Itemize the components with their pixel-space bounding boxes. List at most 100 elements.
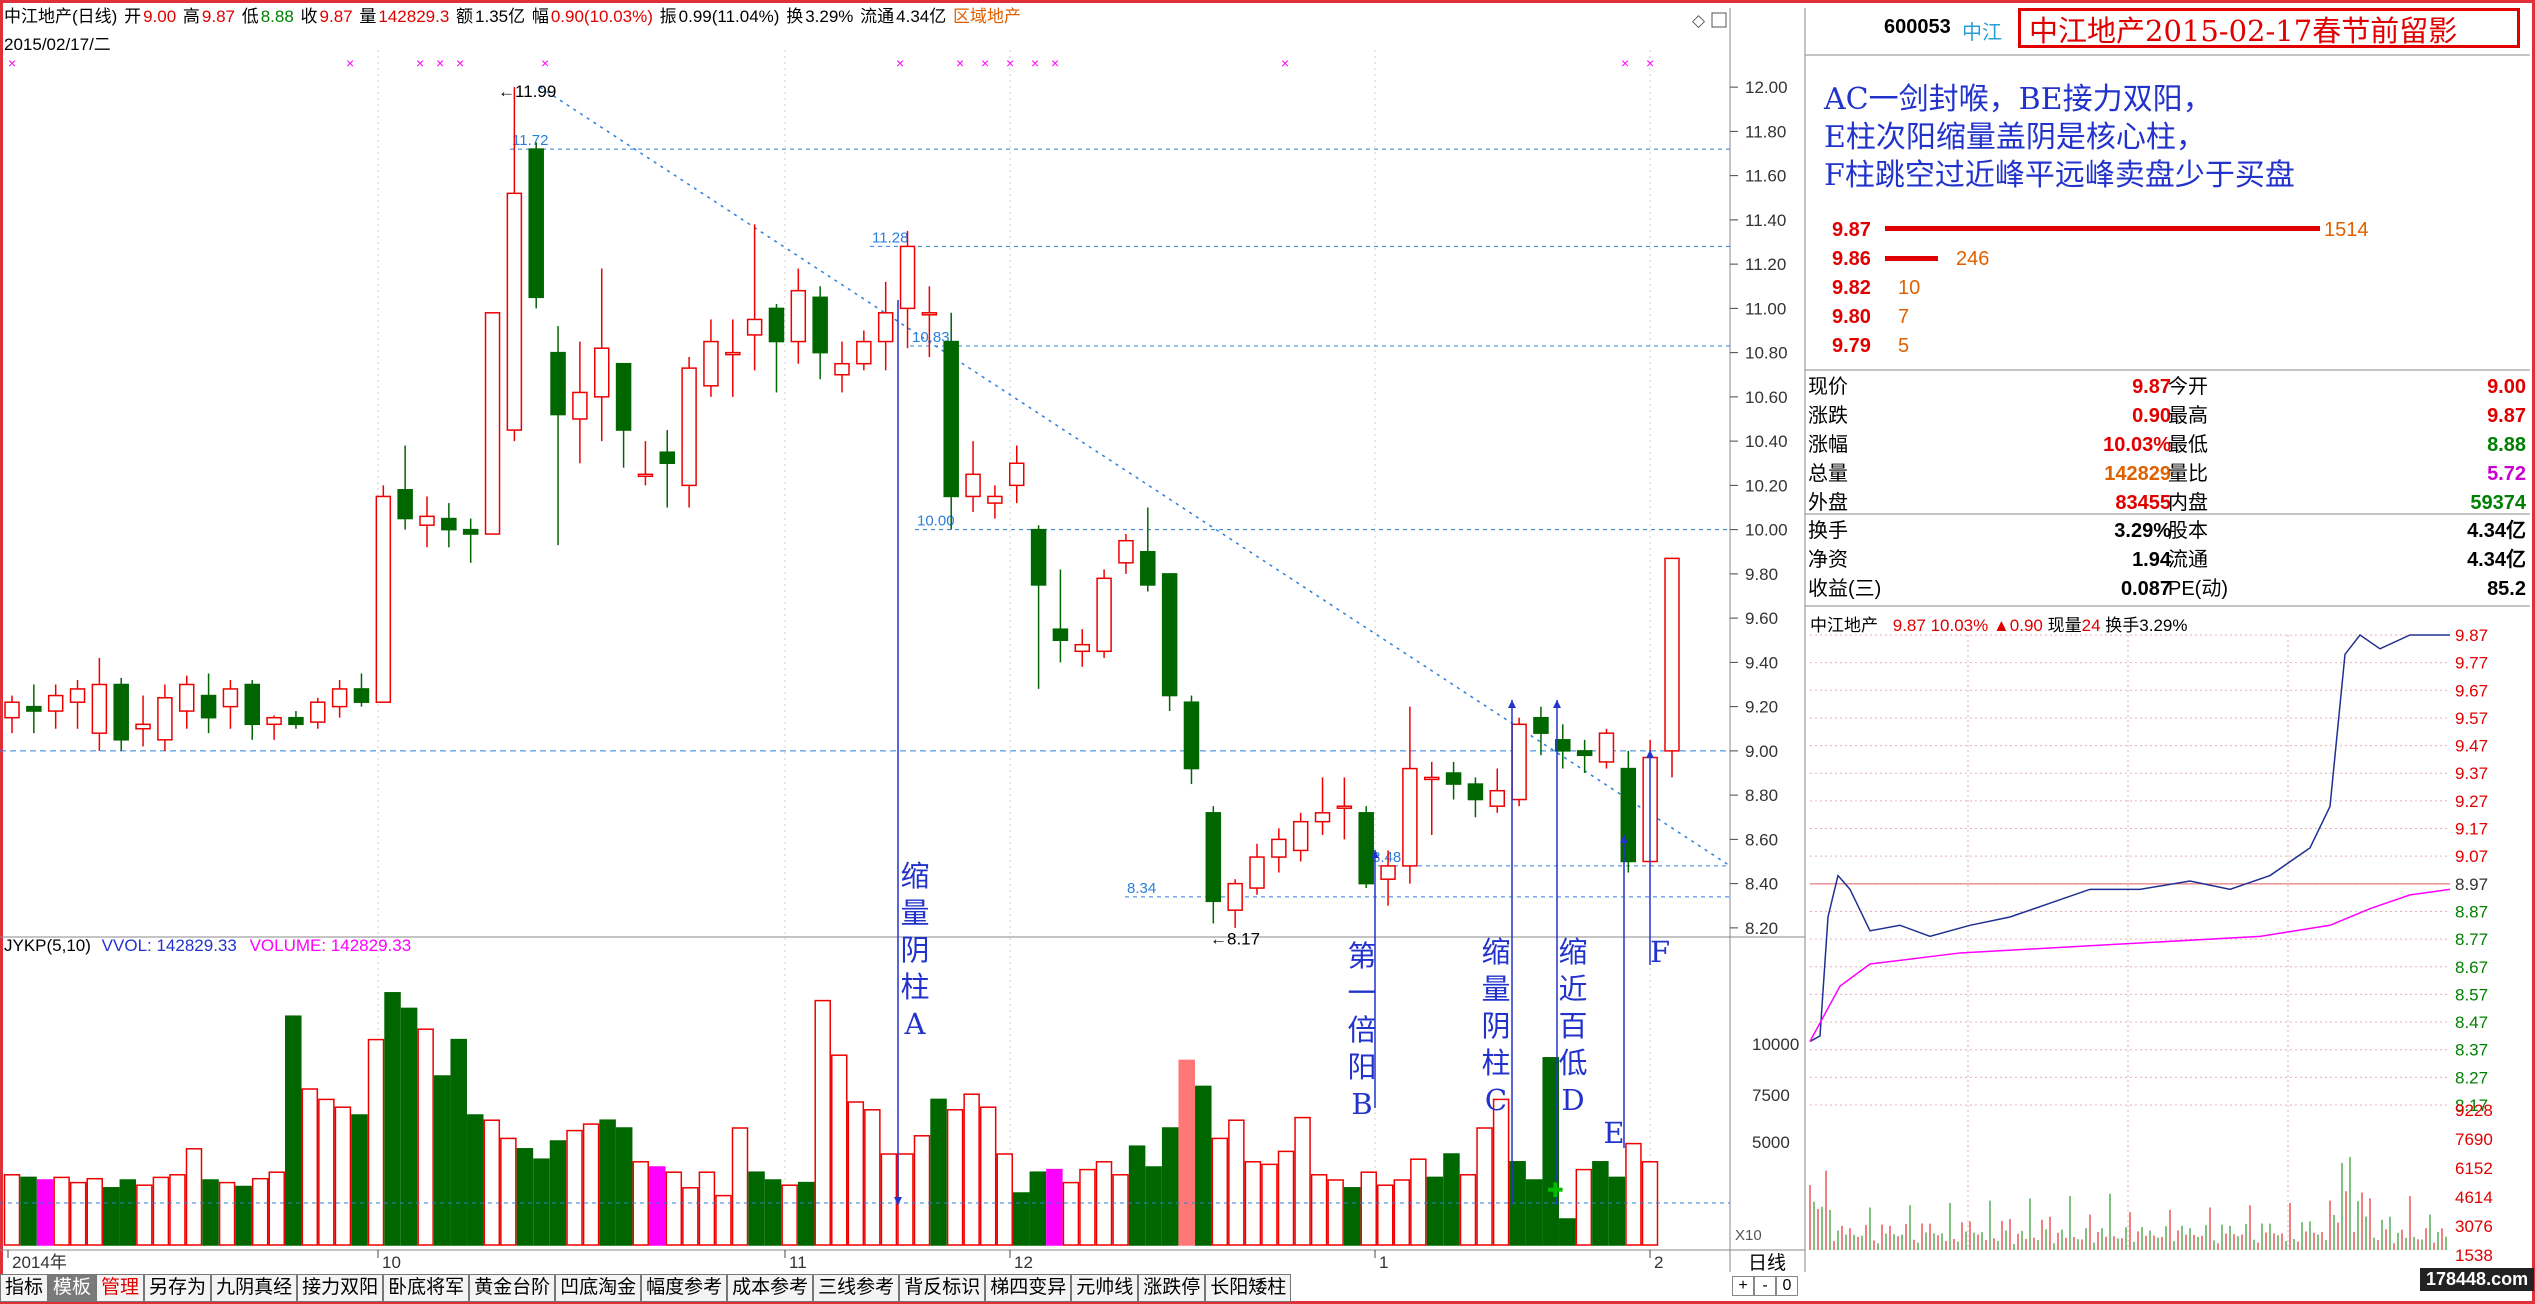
tab-14[interactable]: 元帅线	[1071, 1274, 1139, 1302]
tab-9[interactable]: 幅度参考	[641, 1274, 728, 1302]
candle-body	[1271, 838, 1287, 858]
price-tick-label: 11.20	[1745, 255, 1786, 274]
annotation-c: 缩量阴柱C	[1481, 935, 1511, 1117]
candle-body	[1205, 812, 1222, 903]
volume-bar	[268, 1171, 285, 1246]
tab-1[interactable]: 模板	[48, 1274, 97, 1302]
tab-11[interactable]: 三线参考	[813, 1274, 900, 1302]
zoom-in-button[interactable]: +	[1732, 1276, 1754, 1296]
intraday-price-label: 9.37	[2455, 764, 2488, 783]
quote-row: 涨幅 10.03% 最低 8.88	[1808, 434, 2526, 456]
candle-body	[659, 451, 676, 464]
volume-bar	[1079, 1168, 1096, 1246]
change-value: 0.90(10.03%)	[550, 7, 653, 26]
candle-body	[4, 701, 20, 719]
zoom-reset-button[interactable]: 0	[1776, 1276, 1798, 1296]
volume-tick-label: 7500	[1752, 1086, 1790, 1105]
tab-2[interactable]: 管理	[96, 1274, 145, 1302]
intraday-volume-label: 7690	[2455, 1130, 2493, 1149]
intraday-price-label: 9.07	[2455, 847, 2488, 866]
volume-bar	[20, 1176, 37, 1246]
candle-body	[1161, 573, 1178, 697]
tab-7[interactable]: 黄金台阶	[469, 1274, 556, 1302]
green-marker: ✚	[1547, 1180, 1564, 1202]
volume-bar	[682, 1187, 699, 1246]
window-icon	[1711, 12, 1727, 28]
price-tick-label: 10.60	[1745, 388, 1788, 407]
intraday-price-label: 8.77	[2455, 930, 2488, 949]
event-marker: ×	[436, 55, 444, 71]
volume-bar	[566, 1129, 583, 1246]
volume-bar	[781, 1184, 798, 1246]
volume-bar	[615, 1127, 633, 1246]
tab-5[interactable]: 接力双阳	[297, 1274, 384, 1302]
candle-body	[856, 340, 872, 365]
candle-body	[200, 694, 217, 719]
candle-body	[1358, 812, 1374, 885]
tab-10[interactable]: 成本参考	[727, 1274, 814, 1302]
intraday-price-label: 9.17	[2455, 820, 2488, 839]
tab-0[interactable]: 指标	[0, 1274, 49, 1302]
volume-bar	[649, 1166, 666, 1246]
tab-8[interactable]: 凹底淘金	[555, 1274, 642, 1302]
price-tick-label: 10.80	[1745, 344, 1788, 363]
candle-body	[1467, 783, 1484, 801]
candle-body	[1249, 856, 1265, 889]
candle-body	[528, 148, 544, 299]
tab-15[interactable]: 涨跌停	[1138, 1274, 1206, 1302]
candle-body	[877, 312, 894, 343]
intraday-price-label: 8.67	[2455, 958, 2488, 977]
bid-row: 9.80 7	[1832, 306, 1910, 328]
tab-6[interactable]: 卧底将军	[383, 1274, 470, 1302]
zoom-out-button[interactable]: -	[1754, 1276, 1776, 1296]
tab-13[interactable]: 梯四变异	[985, 1274, 1072, 1302]
event-marker: ×	[981, 55, 989, 71]
intraday-price-label: 9.47	[2455, 737, 2488, 756]
intraday-price-label: 9.87	[2455, 626, 2488, 645]
region-link[interactable]: 区域地产	[953, 7, 1021, 26]
volume-bar	[913, 1135, 931, 1246]
tab-3[interactable]: 另存为	[144, 1274, 212, 1302]
candle-body	[244, 683, 261, 726]
stock-code: 600053	[1884, 16, 1951, 38]
tab-16[interactable]: 长阳矮柱	[1205, 1274, 1292, 1302]
volume-bar	[185, 1148, 203, 1246]
tab-12[interactable]: 背反标识	[899, 1274, 986, 1302]
bid-row: 9.82 10	[1832, 277, 1921, 299]
indicator-tab-bar: 指标 模板 管理 另存为 九阴真经 接力双阳 卧底将军 黄金台阶 凹底淘金 幅度参考 成本参考 三线参…	[0, 1274, 1292, 1302]
candle-body	[1423, 776, 1440, 781]
volume-bar	[1476, 1127, 1493, 1246]
intraday-price-label: 8.57	[2455, 985, 2488, 1004]
intraday-volume-label: 4614	[2455, 1188, 2493, 1207]
chart-canvas[interactable]: 12.00 11.80 11.60 11.40 11.20 11.00 10.80 10.60…	[0, 0, 2535, 1304]
period-label: 日线	[1748, 1253, 1787, 1274]
date-tick-label: 2	[1654, 1253, 1663, 1272]
volume-bar	[36, 1179, 54, 1246]
event-marker: ×	[541, 55, 549, 71]
intraday-volume-label: 3076	[2455, 1217, 2493, 1236]
price-tick-label: 9.20	[1745, 698, 1778, 717]
annotation-e: E	[1603, 1116, 1625, 1150]
volume-bar	[351, 1114, 368, 1246]
vol-value: 142829.3	[378, 7, 450, 26]
volume-bar	[1046, 1168, 1063, 1246]
volume-bar	[3, 1174, 21, 1246]
volume-bar	[1211, 1137, 1229, 1246]
annotation-f: F	[1649, 935, 1671, 969]
quote-row: 外盘 83455 内盘 59374	[1808, 492, 2526, 514]
volume-bar	[764, 1179, 782, 1246]
volume-bar	[1161, 1127, 1179, 1246]
price-tick-label: 10.00	[1745, 521, 1788, 540]
volume-bar	[483, 1119, 501, 1246]
bid-row: 9.86 246	[1832, 248, 1990, 270]
candle-body	[1664, 557, 1680, 752]
candle-body	[1555, 739, 1571, 752]
amount-value: 1.35亿	[475, 7, 526, 26]
tab-4[interactable]: 九阴真经	[211, 1274, 298, 1302]
price-tick-label: 11.00	[1745, 299, 1786, 318]
volume-bar	[1443, 1153, 1460, 1246]
arrow-head	[1553, 700, 1561, 708]
stock-code-name: 中江	[1962, 22, 2002, 44]
volume-tick-label: 10000	[1752, 1035, 1799, 1054]
quote-row: 现价 9.87 今开 9.00	[1808, 376, 2526, 398]
